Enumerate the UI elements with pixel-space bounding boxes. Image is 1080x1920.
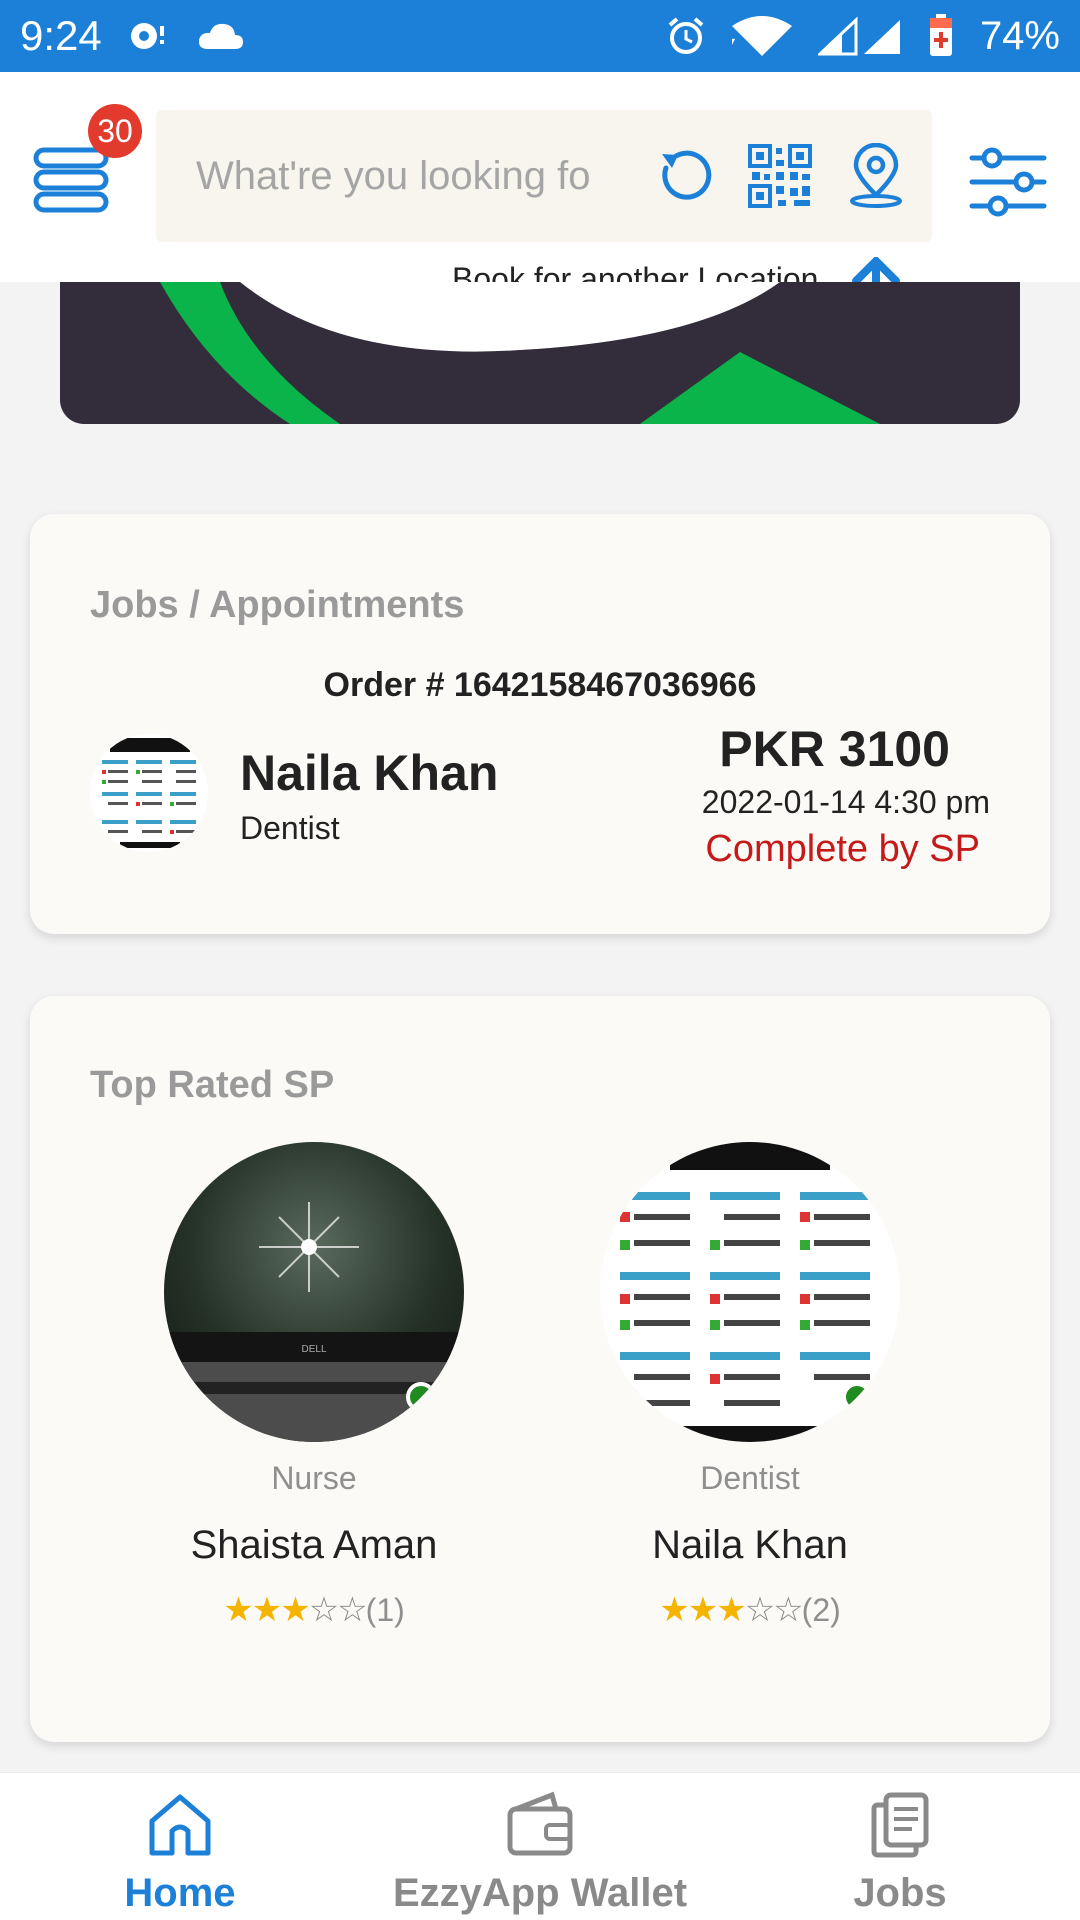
review-count: (2): [801, 1591, 841, 1628]
provider-photo: DELL: [164, 1142, 464, 1442]
filter-button[interactable]: [968, 142, 1048, 222]
provider-name: Naila Khan: [652, 1523, 848, 1567]
banner-graphic: [160, 282, 880, 424]
top-rated-title: Top Rated SP: [90, 1064, 335, 1106]
status-time: 9:24: [20, 12, 102, 59]
order-number: Order # 1642158467036966: [323, 666, 757, 704]
promo-banner[interactable]: [60, 282, 1020, 424]
job-datetime: 2022-01-14 4:30 pm: [701, 784, 990, 820]
provider-role: Nurse: [271, 1460, 357, 1496]
job-provider-role: Dentist: [240, 810, 340, 846]
qr-code-icon: [748, 144, 812, 208]
location-pin-icon: [850, 143, 902, 208]
avatar[interactable]: [90, 734, 208, 852]
jobs-section-title: Jobs / Appointments: [90, 584, 465, 626]
battery-icon: [928, 14, 954, 58]
star-rating-icon: ★★★☆☆: [659, 1591, 803, 1629]
app-header: 30 What're you looking fo Book for anoth…: [0, 72, 1080, 282]
top-rated-card: Top Rated SP DELL Nurse Shaista Aman ★★★…: [30, 996, 1050, 1742]
cloud-icon: [198, 21, 244, 51]
filter-sliders-icon: [969, 147, 1047, 217]
status-bar: 9:24 ▾ 74%: [0, 0, 1080, 72]
provider-photo: [600, 1142, 900, 1442]
wallet-icon: [507, 1791, 573, 1856]
refresh-button[interactable]: [646, 140, 718, 212]
notification-count-badge: 30: [88, 104, 142, 158]
jobs-document-icon: [871, 1792, 929, 1858]
notification-icon: [128, 18, 172, 54]
alarm-icon: [666, 16, 706, 56]
provider-rating: ★★★☆☆ (1): [144, 1590, 484, 1630]
book-location-label: Book for another Location: [452, 261, 819, 282]
provider-role: Dentist: [700, 1460, 800, 1496]
home-icon: [149, 1794, 211, 1856]
nav-wallet-label: EzzyApp Wallet: [392, 1871, 688, 1915]
job-price: PKR 3100: [719, 721, 950, 777]
arrow-up-icon: [852, 257, 900, 282]
avatar-image: [90, 734, 208, 852]
qr-scan-button[interactable]: [744, 140, 816, 212]
battery-percent: 74%: [979, 13, 1060, 58]
job-status: Complete by SP: [705, 828, 980, 870]
book-another-location[interactable]: Book for another Location: [0, 257, 1080, 282]
job-provider-name: Naila Khan: [240, 745, 499, 801]
wifi-icon: ▾: [731, 16, 792, 56]
star-rating-icon: ★★★☆☆: [223, 1591, 367, 1629]
provider-rating: ★★★☆☆ (2): [580, 1590, 920, 1630]
svg-text:DELL: DELL: [301, 1344, 326, 1355]
search-input[interactable]: [196, 144, 596, 208]
jobs-appointments-card: Jobs / Appointments Order # 164215846703…: [30, 514, 1050, 934]
provider-card[interactable]: Dentist Naila Khan ★★★☆☆ (2): [580, 1142, 920, 1630]
nav-wallet[interactable]: EzzyApp Wallet: [380, 1773, 700, 1920]
online-status-dot: [842, 1382, 872, 1412]
nav-home-label: Home: [124, 1871, 236, 1915]
review-count: (1): [365, 1591, 405, 1628]
provider-name: Shaista Aman: [190, 1523, 438, 1567]
signal-icon: [817, 16, 902, 56]
search-box: [156, 110, 932, 242]
bottom-navigation: Home EzzyApp Wallet Jobs: [0, 1772, 1080, 1920]
online-status-dot: [406, 1382, 436, 1412]
provider-card[interactable]: DELL Nurse Shaista Aman ★★★☆☆ (1): [144, 1142, 484, 1630]
nav-jobs[interactable]: Jobs: [800, 1773, 1000, 1920]
nav-jobs-label: Jobs: [853, 1871, 947, 1915]
nav-home[interactable]: Home: [60, 1773, 300, 1920]
location-button[interactable]: [840, 140, 912, 212]
refresh-icon: [662, 150, 712, 200]
svg-text:▾: ▾: [732, 33, 735, 49]
